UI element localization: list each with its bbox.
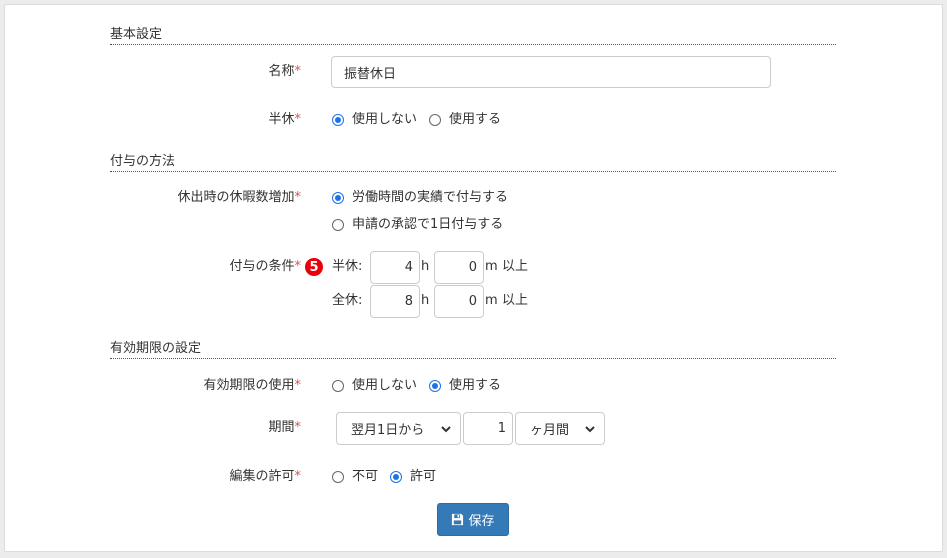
holiday-increase-option-approval-label[interactable]: 申請の承認で1日付与する bbox=[352, 215, 503, 235]
half-day-radio-group: 使用しない 使用する bbox=[332, 110, 513, 130]
holiday-increase-option-actual-label[interactable]: 労働時間の実績で付与する bbox=[352, 188, 508, 208]
chevron-down-icon bbox=[585, 425, 595, 432]
step-number-badge: 5 bbox=[305, 258, 323, 276]
holiday-increase-option-approval[interactable]: 申請の承認で1日付与する bbox=[332, 215, 503, 235]
full-hours-unit: h bbox=[421, 293, 430, 308]
save-button[interactable]: 保存 bbox=[437, 503, 509, 536]
period-start-select[interactable]: 翌月1日から bbox=[336, 412, 461, 445]
expiry-use-label: 有効期限の使用* bbox=[203, 378, 301, 393]
holiday-increase-option-actual[interactable]: 労働時間の実績で付与する bbox=[332, 188, 508, 208]
expiry-use-option-off-label[interactable]: 使用しない bbox=[352, 376, 417, 396]
holiday-increase-option-actual-radio[interactable] bbox=[332, 192, 344, 204]
name-input[interactable] bbox=[331, 56, 771, 88]
chevron-down-icon bbox=[441, 425, 451, 432]
half-condition-label: 半休: bbox=[332, 259, 363, 274]
period-unit-select[interactable]: ヶ月間 bbox=[515, 412, 605, 445]
holiday-increase-option-approval-radio[interactable] bbox=[332, 219, 344, 231]
half-day-option-off-label[interactable]: 使用しない bbox=[352, 110, 417, 130]
period-amount-input[interactable] bbox=[463, 412, 513, 445]
edit-permission-label: 編集の許可* bbox=[229, 469, 301, 484]
section-title-expiry: 有効期限の設定 bbox=[110, 342, 836, 359]
half-day-option-on-label[interactable]: 使用する bbox=[449, 110, 501, 130]
section-title-basic: 基本設定 bbox=[110, 28, 836, 45]
expiry-use-radio-group: 使用しない 使用する bbox=[332, 376, 513, 396]
full-suffix: 以上 bbox=[502, 293, 529, 308]
half-day-option-on-radio[interactable] bbox=[429, 114, 442, 126]
floppy-disk-icon bbox=[452, 513, 464, 526]
holiday-increase-label: 休出時の休暇数増加* bbox=[177, 190, 301, 205]
section-title-method: 付与の方法 bbox=[110, 155, 836, 172]
half-hours-input[interactable] bbox=[370, 251, 420, 284]
name-label: 名称* bbox=[268, 64, 301, 79]
period-label: 期間* bbox=[268, 420, 301, 435]
half-suffix: 以上 bbox=[502, 259, 529, 274]
half-hours-unit: h bbox=[421, 259, 430, 274]
half-minutes-input[interactable] bbox=[434, 251, 484, 284]
grant-condition-label: 付与の条件* bbox=[229, 259, 301, 274]
half-day-label: 半休* bbox=[268, 112, 301, 127]
expiry-use-option-on-radio[interactable] bbox=[429, 380, 442, 392]
edit-permission-deny-radio[interactable] bbox=[332, 471, 344, 483]
edit-permission-radio-group: 不可 許可 bbox=[332, 467, 448, 487]
full-minutes-unit: m bbox=[485, 293, 498, 308]
half-day-option-off-radio[interactable] bbox=[332, 114, 344, 126]
edit-permission-deny-label[interactable]: 不可 bbox=[352, 467, 378, 487]
edit-permission-allow-radio[interactable] bbox=[390, 471, 403, 483]
full-minutes-input[interactable] bbox=[434, 285, 484, 318]
edit-permission-allow-label[interactable]: 許可 bbox=[410, 467, 436, 487]
expiry-use-option-on-label[interactable]: 使用する bbox=[449, 376, 501, 396]
expiry-use-option-off-radio[interactable] bbox=[332, 380, 344, 392]
full-condition-label: 全休: bbox=[332, 293, 363, 308]
full-hours-input[interactable] bbox=[370, 285, 420, 318]
half-minutes-unit: m bbox=[485, 259, 498, 274]
